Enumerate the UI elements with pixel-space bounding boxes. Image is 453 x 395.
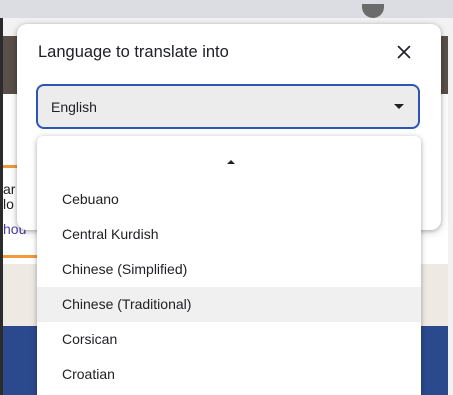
language-option-chinese-simplified[interactable]: Chinese (Simplified) xyxy=(37,252,421,287)
caret-down-icon xyxy=(394,104,404,109)
dialog-title: Language to translate into xyxy=(38,43,229,61)
close-button[interactable] xyxy=(391,39,417,65)
language-dropdown-list[interactable]: Cebuano Central Kurdish Chinese (Simplif… xyxy=(37,136,421,395)
language-option-cebuano[interactable]: Cebuano xyxy=(37,182,421,217)
language-option-croatian[interactable]: Croatian xyxy=(37,357,421,392)
close-icon xyxy=(397,45,411,59)
language-option-central-kurdish[interactable]: Central Kurdish xyxy=(37,217,421,252)
scroll-up-button[interactable] xyxy=(37,136,421,182)
caret-up-icon xyxy=(227,160,235,164)
page-text-fragment: lo xyxy=(3,196,14,212)
screen: ar lo hou Language to translate into Eng… xyxy=(0,0,453,395)
page-text-fragment: ar xyxy=(3,181,16,197)
language-option-chinese-traditional[interactable]: Chinese (Traditional) xyxy=(37,287,421,322)
language-select[interactable]: English xyxy=(36,84,420,129)
page-left-edge xyxy=(0,18,3,395)
language-option-corsican[interactable]: Corsican xyxy=(37,322,421,357)
page-top-band xyxy=(0,0,453,18)
page-right-edge xyxy=(448,18,453,395)
language-select-value: English xyxy=(51,99,97,115)
